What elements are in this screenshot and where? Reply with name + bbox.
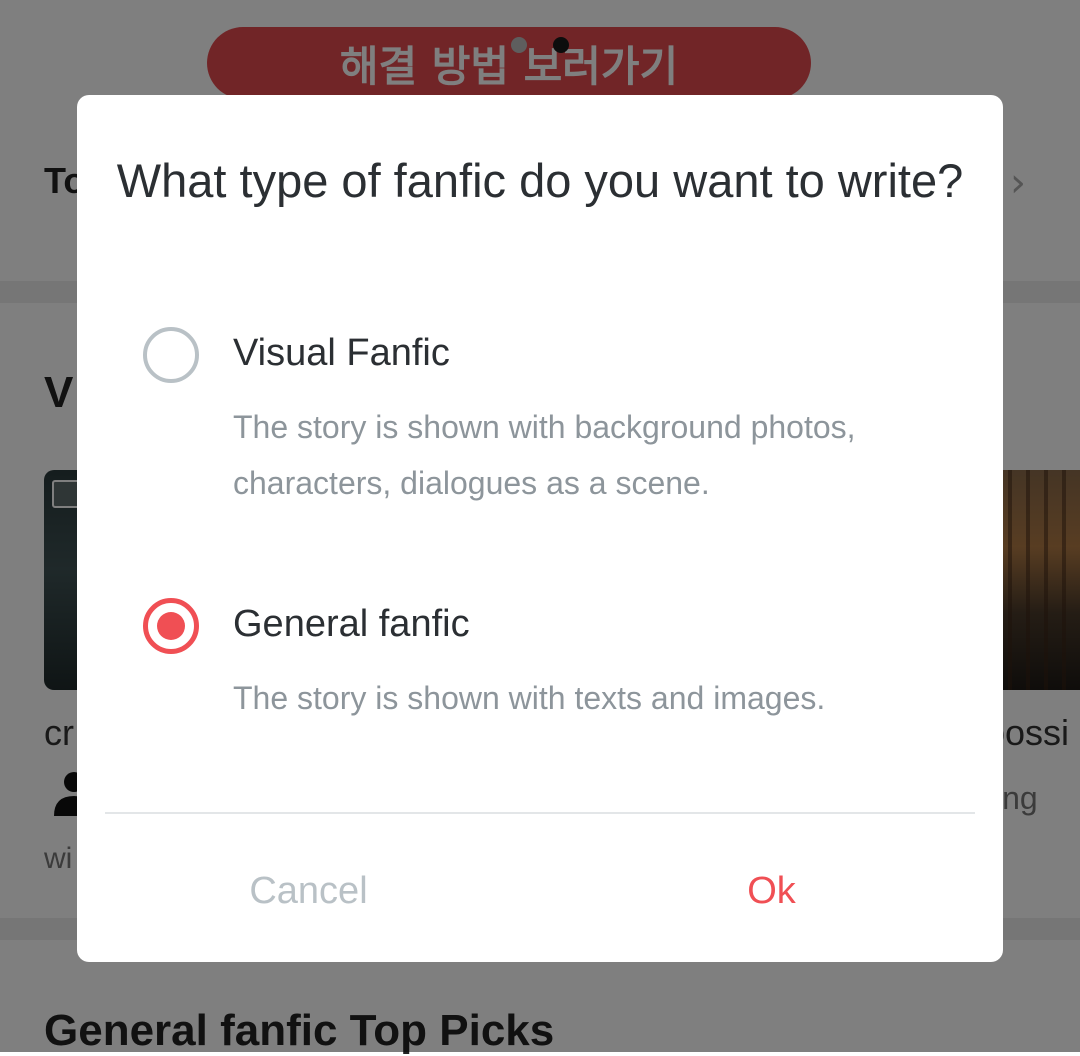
- radio-unselected-icon[interactable]: [143, 327, 199, 383]
- fanfic-type-dialog: What type of fanfic do you want to write…: [77, 95, 1003, 962]
- option-description: The story is shown with texts and images…: [233, 680, 826, 716]
- option-label: Visual Fanfic: [233, 332, 450, 374]
- dialog-title: What type of fanfic do you want to write…: [116, 154, 964, 207]
- dialog-divider: [105, 812, 975, 814]
- radio-dot: [157, 612, 185, 640]
- ok-button[interactable]: Ok: [540, 865, 1003, 917]
- cancel-button[interactable]: Cancel: [77, 865, 540, 917]
- radio-selected-icon[interactable]: [143, 598, 199, 654]
- option-label: General fanfic: [233, 603, 470, 645]
- option-description: The story is shown with background photo…: [233, 409, 856, 501]
